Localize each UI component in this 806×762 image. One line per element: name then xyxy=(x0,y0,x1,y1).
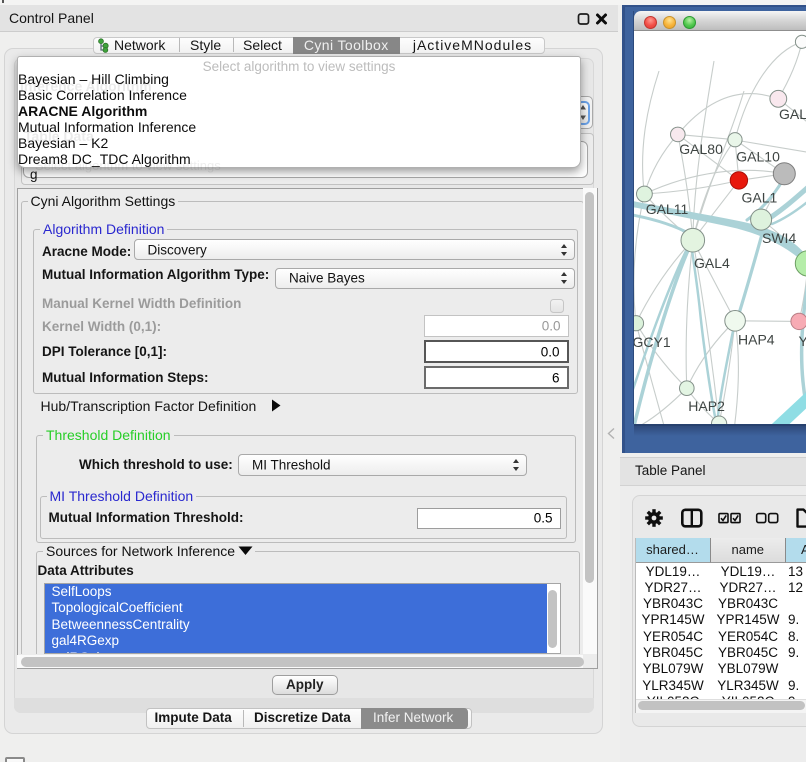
svg-text:GAL10: GAL10 xyxy=(736,149,780,165)
svg-text:GAL2: GAL2 xyxy=(779,106,806,122)
svg-text:Y: Y xyxy=(799,333,806,349)
svg-text:SWI4: SWI4 xyxy=(762,230,796,246)
svg-text:GAL11: GAL11 xyxy=(646,201,689,217)
svg-text:GAL4: GAL4 xyxy=(694,255,730,271)
svg-text:HAP4: HAP4 xyxy=(738,332,775,348)
svg-text:GAL1: GAL1 xyxy=(742,190,778,206)
svg-text:HAP2: HAP2 xyxy=(688,398,725,414)
svg-text:GAL80: GAL80 xyxy=(679,141,723,157)
svg-text:GCY1: GCY1 xyxy=(634,334,671,350)
